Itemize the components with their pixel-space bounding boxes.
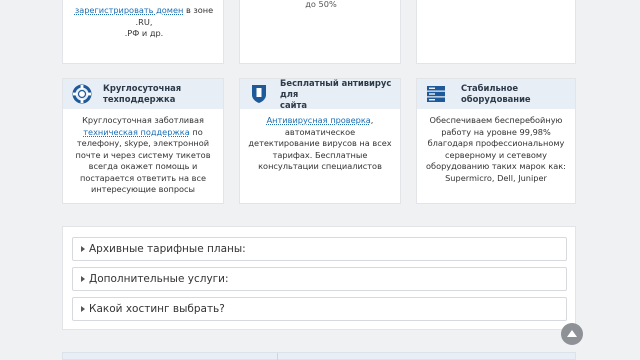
antivirus-card: Бесплатный антивирус для сайта Антивирус… (239, 78, 401, 204)
chevron-up-icon (567, 330, 577, 337)
domains-card-text: зарегистрировать домен в зоне .RU, .РФ и… (69, 5, 219, 40)
support-card-body: Круглосуточная заботливая техническая по… (63, 109, 223, 202)
register-domain-link[interactable]: зарегистрировать домен (75, 5, 184, 15)
scroll-to-top-button[interactable] (561, 323, 583, 345)
page-background: зарегистрировать домен в зоне .RU, .РФ и… (0, 0, 640, 360)
faq-which-hosting[interactable]: Какой хостинг выбрать? (72, 297, 567, 321)
hardware-card: Стабильное оборудование Обеспечиваем бес… (416, 78, 576, 204)
faq-archived-plans[interactable]: Архивные тарифные планы: (72, 237, 567, 261)
top-right-card (416, 0, 576, 64)
support-card-header: Круглосуточная техподдержка (63, 79, 223, 109)
discount-card-text: до 50% (246, 0, 396, 11)
caret-right-icon (81, 246, 85, 252)
server-icon (425, 83, 447, 105)
hardware-card-body: Обеспечиваем бесперебойную работу на уро… (417, 109, 575, 190)
table-divider (277, 353, 278, 360)
support-card-title: Круглосуточная техподдержка (103, 83, 181, 105)
bottom-table-header (62, 352, 576, 360)
tech-support-link[interactable]: техническая поддержка (83, 127, 189, 137)
faq-label: Архивные тарифные планы: (89, 243, 246, 255)
caret-right-icon (81, 276, 85, 282)
antivirus-check-link[interactable]: Антивирусная проверка (267, 115, 371, 125)
lifebuoy-icon (71, 83, 93, 105)
domains-card: зарегистрировать домен в зоне .RU, .РФ и… (62, 0, 224, 64)
antivirus-card-title: Бесплатный антивирус для сайта (280, 78, 400, 111)
antivirus-title-line2: сайта (280, 99, 307, 110)
shield-icon (248, 83, 270, 105)
discount-fragment: до 50% (305, 0, 337, 9)
faq-panel: Архивные тарифные планы: Дополнительные … (62, 226, 576, 330)
domains-zone-text-2: .РФ и др. (124, 28, 164, 38)
support-text-before: Круглосуточная заботливая (82, 115, 204, 125)
caret-right-icon (81, 306, 85, 312)
antivirus-card-header: Бесплатный антивирус для сайта (240, 78, 400, 111)
hardware-card-header: Стабильное оборудование (417, 79, 575, 109)
support-title-line1: Круглосуточная (103, 83, 182, 93)
antivirus-title-line1: Бесплатный антивирус для (280, 77, 392, 99)
hardware-title-line1: Стабильное оборудование (461, 83, 531, 104)
hardware-text: Обеспечиваем бесперебойную работу на уро… (426, 115, 566, 183)
discount-card: до 50% (239, 0, 401, 64)
faq-additional-services[interactable]: Дополнительные услуги: (72, 267, 567, 291)
faq-label: Какой хостинг выбрать? (89, 303, 225, 315)
hardware-card-title: Стабильное оборудование (461, 83, 575, 105)
antivirus-card-body: Антивирусная проверка, автоматическое де… (240, 109, 400, 179)
faq-label: Дополнительные услуги: (89, 273, 229, 285)
support-card: Круглосуточная техподдержка Круглосуточн… (62, 78, 224, 204)
support-title-line2: техподдержка (103, 94, 176, 104)
